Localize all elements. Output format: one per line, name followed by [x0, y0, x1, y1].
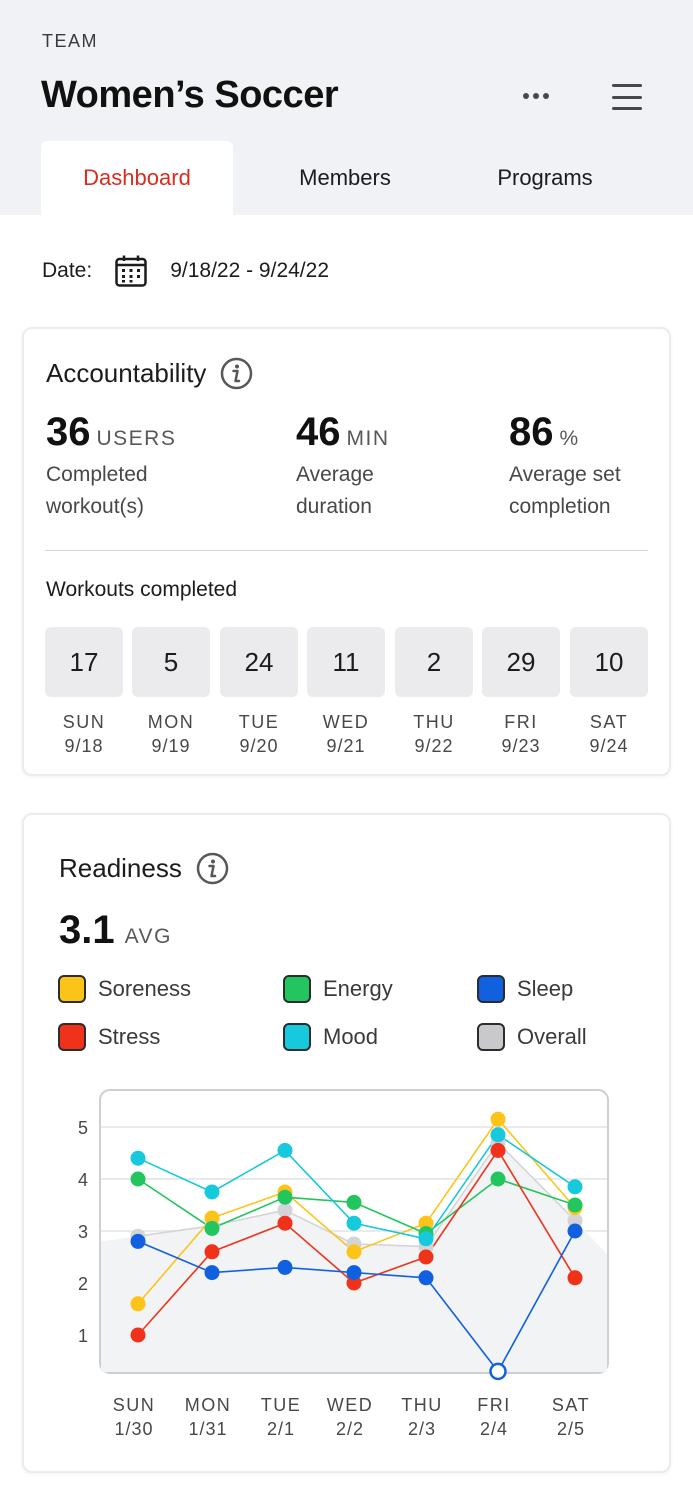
readiness-line-chart: 1 2 3 4 5 SUN 1/30 MON 1/31 TUE 2/1 WED 2/2 THU 2/3 FRI…	[78, 1089, 609, 1439]
chart-x-tick-label: SUN	[113, 1395, 156, 1415]
data-point-energy[interactable]	[277, 1189, 293, 1205]
chart-x-tick-label: WED	[327, 1395, 374, 1415]
data-point-sleep[interactable]	[204, 1265, 220, 1281]
data-point-soreness[interactable]	[490, 1111, 506, 1127]
chart-y-tick-label: 2	[78, 1274, 88, 1294]
chart-x-tick-date: 1/30	[114, 1419, 153, 1439]
chart-x-tick-date: 2/5	[557, 1419, 585, 1439]
data-point-stress[interactable]	[490, 1142, 506, 1158]
data-point-energy[interactable]	[567, 1197, 583, 1213]
data-point-energy[interactable]	[490, 1171, 506, 1187]
data-point-sleep[interactable]	[277, 1259, 293, 1275]
data-point-mood[interactable]	[130, 1150, 146, 1166]
chart-x-tick-date: 2/1	[267, 1419, 295, 1439]
data-point-stress[interactable]	[277, 1215, 293, 1231]
data-point-stress[interactable]	[130, 1327, 146, 1343]
data-point-stress[interactable]	[418, 1249, 434, 1265]
chart-x-tick-label: FRI	[477, 1395, 511, 1415]
data-point-mood[interactable]	[346, 1215, 362, 1231]
chart-y-tick-label: 5	[78, 1118, 88, 1138]
chart-x-tick-label: SAT	[552, 1395, 590, 1415]
data-point-sleep[interactable]	[418, 1270, 434, 1286]
data-point-mood[interactable]	[418, 1231, 434, 1247]
chart-x-tick-label: THU	[401, 1395, 443, 1415]
chart-x-tick-date: 2/3	[408, 1419, 436, 1439]
chart-y-tick-label: 1	[78, 1326, 88, 1346]
chart-y-tick-label: 4	[78, 1170, 88, 1190]
data-point-soreness[interactable]	[346, 1244, 362, 1260]
data-point-stress[interactable]	[204, 1244, 220, 1260]
data-point-mood[interactable]	[204, 1184, 220, 1200]
chart-x-tick-date: 2/2	[336, 1419, 364, 1439]
chart-x-tick-label: TUE	[261, 1395, 302, 1415]
data-point-sleep[interactable]	[489, 1362, 507, 1381]
data-point-energy[interactable]	[204, 1220, 220, 1236]
data-point-mood[interactable]	[490, 1127, 506, 1143]
chart-y-tick-label: 3	[78, 1222, 88, 1242]
chart-x-tick-label: MON	[185, 1395, 232, 1415]
data-point-sleep[interactable]	[130, 1233, 146, 1249]
data-point-energy[interactable]	[130, 1171, 146, 1187]
data-point-stress[interactable]	[567, 1270, 583, 1286]
data-point-overall[interactable]	[277, 1202, 293, 1218]
data-point-mood[interactable]	[277, 1142, 293, 1158]
data-point-sleep[interactable]	[567, 1223, 583, 1239]
data-point-energy[interactable]	[346, 1194, 362, 1210]
chart-x-tick-date: 1/31	[188, 1419, 227, 1439]
data-point-mood[interactable]	[567, 1179, 583, 1195]
chart-x-tick-date: 2/4	[480, 1419, 508, 1439]
data-point-soreness[interactable]	[130, 1296, 146, 1312]
data-point-sleep[interactable]	[346, 1265, 362, 1281]
